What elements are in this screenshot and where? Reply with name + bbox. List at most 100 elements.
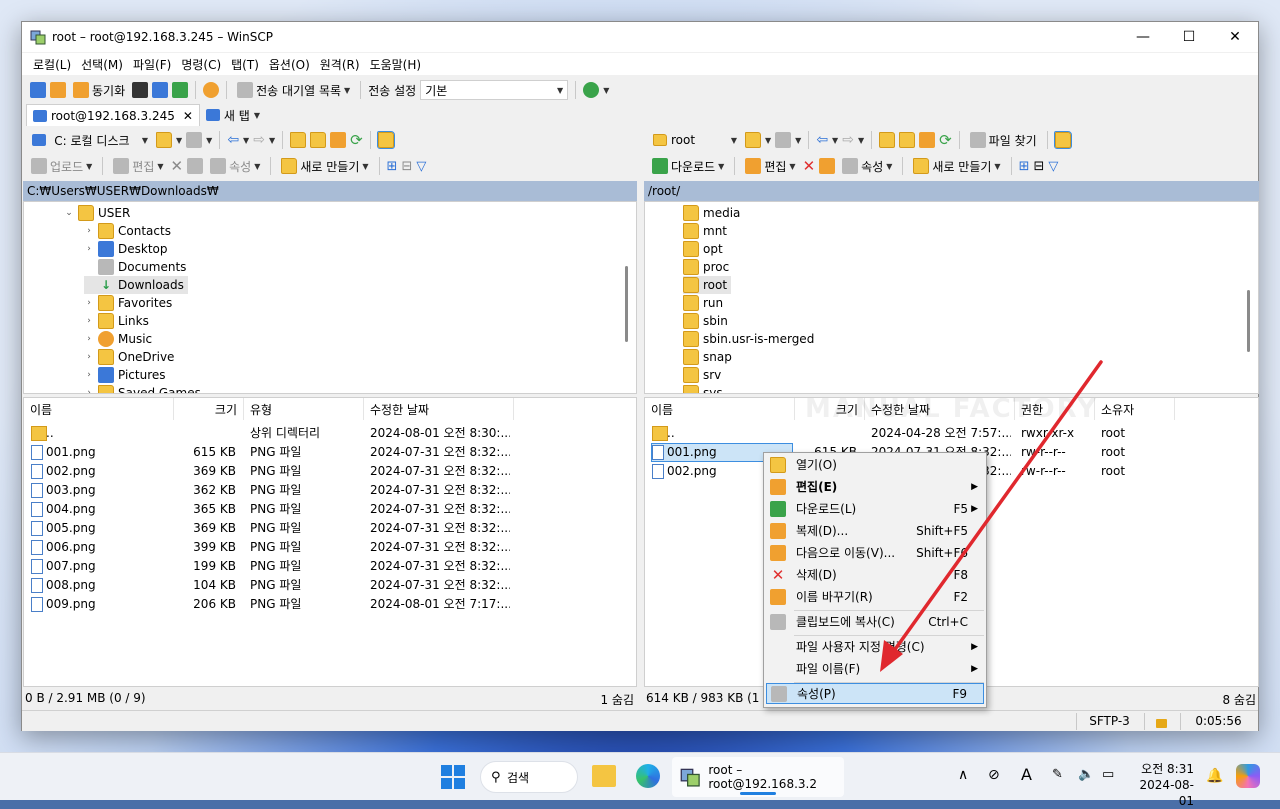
- start-windows-icon[interactable]: [441, 765, 465, 789]
- tree-item[interactable]: opt: [683, 240, 723, 258]
- menu-item-edit[interactable]: 편집(E) ▶: [766, 476, 984, 497]
- chevron-icon[interactable]: ⌄: [64, 208, 74, 218]
- dropdown-arrow-icon[interactable]: ▼: [603, 86, 609, 95]
- refresh-icon[interactable]: ⟳: [350, 131, 363, 149]
- column-header-date[interactable]: 수정한 날짜: [865, 398, 1015, 420]
- column-header-size[interactable]: 크기: [795, 398, 865, 420]
- left-edit-button[interactable]: 편집 ▼: [110, 156, 166, 176]
- file-name[interactable]: 001.png: [46, 443, 166, 462]
- tree-item[interactable]: › Contacts: [84, 222, 171, 240]
- menu-file[interactable]: 파일(F): [128, 56, 176, 73]
- refresh-queue-icon[interactable]: [172, 82, 189, 98]
- filter-icon[interactable]: [775, 132, 792, 148]
- close-tab-icon[interactable]: ✕: [183, 109, 193, 123]
- column-header-size[interactable]: 크기: [174, 398, 244, 420]
- remote-dir-select[interactable]: root ▼: [649, 130, 741, 150]
- file-name[interactable]: 009.png: [46, 595, 166, 614]
- tab-new[interactable]: 새 탭 ▼: [200, 104, 266, 126]
- tree-toggle-icon[interactable]: [376, 131, 395, 149]
- right-properties-button[interactable]: 속성 ▼: [839, 156, 895, 176]
- tree-item[interactable]: run: [683, 294, 723, 312]
- network-offline-icon[interactable]: ⊘: [988, 767, 1000, 783]
- home-icon[interactable]: [330, 132, 347, 148]
- compare-dirs-icon[interactable]: [30, 82, 46, 98]
- column-header-type[interactable]: 유형: [244, 398, 364, 420]
- parent-dir-icon[interactable]: [290, 132, 307, 148]
- left-properties-button[interactable]: 속성 ▼: [207, 156, 263, 176]
- minimize-button[interactable]: —: [1120, 22, 1166, 52]
- menu-local[interactable]: 로컬(L): [28, 56, 76, 73]
- menu-item-copy-clipboard[interactable]: 클립보드에 복사(C) Ctrl+C: [766, 611, 984, 632]
- ime-icon[interactable]: A: [1021, 765, 1032, 784]
- tree-item[interactable]: sys: [683, 384, 723, 393]
- tree-item[interactable]: ⌄ USER: [64, 204, 130, 222]
- column-header-name[interactable]: 이름: [24, 398, 174, 420]
- download-button[interactable]: 다운로드 ▼: [649, 156, 727, 176]
- filter-select-icon[interactable]: ▽: [1048, 159, 1058, 174]
- forward-arrow-icon[interactable]: ⇨: [842, 132, 854, 148]
- home-icon[interactable]: [919, 132, 936, 148]
- refresh-icon[interactable]: ⟳: [939, 131, 952, 149]
- menu-tab[interactable]: 탭(T): [226, 56, 264, 73]
- tree-item[interactable]: proc: [683, 258, 729, 276]
- copilot-icon[interactable]: [1236, 764, 1260, 788]
- tree-item[interactable]: › Desktop: [84, 240, 168, 258]
- menu-help[interactable]: 도움말(H): [365, 56, 427, 73]
- file-name[interactable]: ..: [667, 424, 787, 443]
- tree-item[interactable]: sbin.usr-is-merged: [683, 330, 814, 348]
- file-name[interactable]: 006.png: [46, 538, 166, 557]
- tree-scrollbar[interactable]: [1247, 290, 1250, 352]
- rename-icon[interactable]: [819, 158, 836, 174]
- close-button[interactable]: ✕: [1212, 22, 1258, 52]
- right-new-button[interactable]: 새로 만들기 ▼: [910, 156, 1003, 176]
- delete-icon[interactable]: ✕: [803, 157, 816, 175]
- taskbar-search[interactable]: ⚲ 검색: [480, 761, 578, 793]
- tree-scrollbar[interactable]: [625, 266, 628, 342]
- queue-list-button[interactable]: 전송 대기열 목록 ▼: [234, 80, 353, 100]
- terminal-icon[interactable]: [132, 82, 149, 98]
- maximize-button[interactable]: ☐: [1166, 22, 1212, 52]
- tree-toggle-icon[interactable]: [1053, 131, 1072, 149]
- deselect-minus-icon[interactable]: ⊟: [401, 159, 412, 174]
- volume-icon[interactable]: 🔈: [1078, 767, 1094, 782]
- tree-item[interactable]: snap: [683, 348, 732, 366]
- file-name[interactable]: 002.png: [46, 462, 166, 481]
- tree-item[interactable]: srv: [683, 366, 721, 384]
- synchronize-button[interactable]: 동기화: [70, 80, 128, 100]
- tree-item[interactable]: › OneDrive: [84, 348, 174, 366]
- session-globe-icon[interactable]: [583, 82, 600, 98]
- chevron-icon[interactable]: ›: [84, 226, 94, 236]
- menu-item-open[interactable]: 열기(O): [766, 454, 984, 475]
- menu-item-duplicate[interactable]: 복제(D)... Shift+F5: [766, 520, 984, 541]
- notification-bell-icon[interactable]: 🔔: [1206, 768, 1223, 784]
- column-header-name[interactable]: 이름: [645, 398, 795, 420]
- menu-select[interactable]: 선택(M): [76, 56, 128, 73]
- upload-button[interactable]: 업로드 ▼: [28, 156, 95, 176]
- local-drive-select[interactable]: C: 로컬 디스크 ▼: [28, 130, 152, 150]
- filter-icon[interactable]: [186, 132, 203, 148]
- back-arrow-icon[interactable]: ⇦: [227, 132, 239, 148]
- remote-path-bar[interactable]: /root/: [644, 181, 1259, 201]
- chevron-icon[interactable]: ›: [84, 316, 94, 326]
- tree-item[interactable]: Documents: [84, 258, 186, 276]
- delete-icon[interactable]: ✕: [171, 157, 184, 175]
- chevron-icon[interactable]: ›: [84, 388, 94, 393]
- menu-item-download[interactable]: 다운로드(L) F5 ▶: [766, 498, 984, 519]
- file-name[interactable]: 003.png: [46, 481, 166, 500]
- tree-item-selected[interactable]: ↓ Downloads: [84, 276, 188, 294]
- battery-icon[interactable]: ▭: [1102, 767, 1114, 782]
- column-header-owner[interactable]: 소유자: [1095, 398, 1175, 420]
- find-files-button[interactable]: 파일 찾기: [967, 130, 1040, 150]
- root-dir-icon[interactable]: [310, 132, 327, 148]
- tree-item[interactable]: sbin: [683, 312, 728, 330]
- chevron-icon[interactable]: ›: [84, 244, 94, 254]
- menu-remote[interactable]: 원격(R): [315, 56, 365, 73]
- taskbar-winscp-app[interactable]: root – root@192.168.3.2: [672, 757, 844, 797]
- transfer-preset-select[interactable]: 기본 ▼: [420, 80, 569, 100]
- left-new-button[interactable]: 새로 만들기 ▼: [278, 156, 371, 176]
- select-plus-icon[interactable]: ⊞: [1019, 159, 1030, 174]
- file-name[interactable]: 004.png: [46, 500, 166, 519]
- open-folder-icon[interactable]: [745, 132, 761, 148]
- back-arrow-icon[interactable]: ⇦: [816, 132, 828, 148]
- file-name[interactable]: 007.png: [46, 557, 166, 576]
